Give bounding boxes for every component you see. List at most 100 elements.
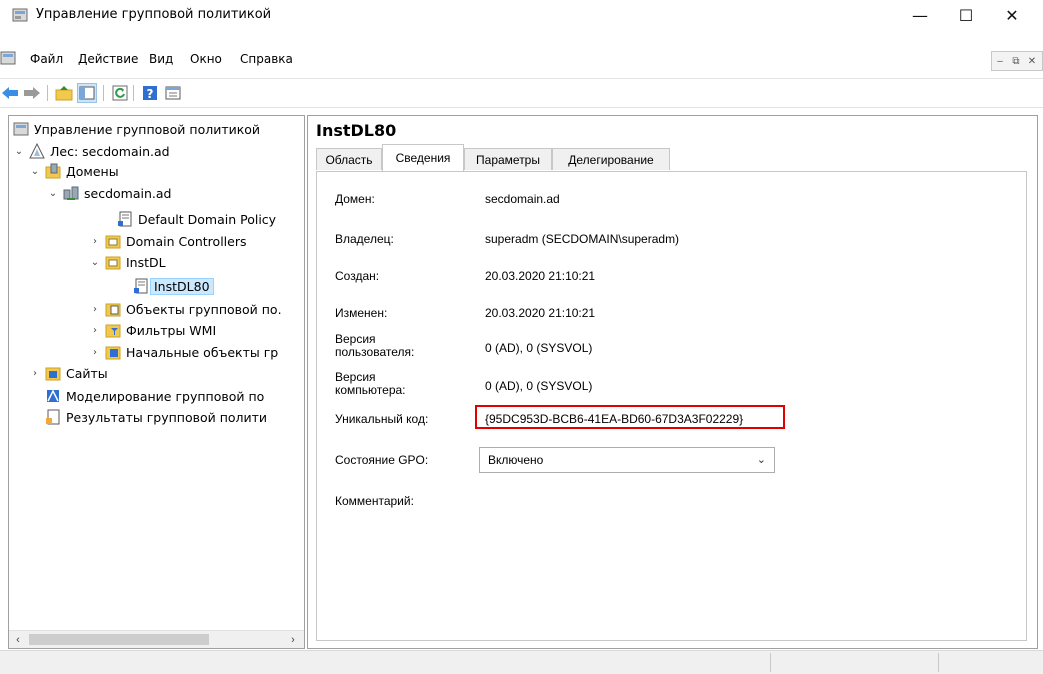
menu-action[interactable]: Действие (78, 52, 138, 66)
starter-gpo-icon (105, 344, 121, 360)
chevron-down-icon[interactable]: ⌄ (13, 146, 25, 157)
tree-horizontal-scrollbar[interactable]: ‹ › (9, 630, 304, 648)
back-arrow-icon[interactable] (0, 83, 20, 103)
tree-item-label: InstDL80 (150, 277, 214, 295)
domain-label: Домен: (335, 192, 375, 206)
tree-item-domain[interactable]: ⌄ secdomain.ad (47, 183, 172, 203)
details-tab-panel: Домен: secdomain.ad Владелец: superadm (… (316, 171, 1027, 641)
show-hide-tree-icon[interactable] (77, 83, 97, 103)
child-window-controls: – ⧉ ✕ (991, 51, 1043, 71)
tab-settings[interactable]: Параметры (464, 148, 552, 170)
tree-item-label: Домены (66, 163, 119, 179)
child-restore-icon[interactable]: ⧉ (1008, 52, 1024, 70)
refresh-icon[interactable] (110, 83, 130, 103)
tree-item-label: Сайты (66, 365, 108, 381)
tab-scope[interactable]: Область (316, 148, 382, 170)
toolbar-separator (133, 85, 134, 101)
details-pane: InstDL80 Область Сведения Параметры Деле… (307, 115, 1038, 649)
chevron-right-icon[interactable]: › (89, 236, 101, 247)
tree-item-instdl80[interactable]: InstDL80 (133, 276, 214, 296)
close-button[interactable]: ✕ (989, 0, 1035, 30)
gpo-link-icon (117, 211, 133, 227)
menu-file[interactable]: Файл (30, 52, 63, 66)
chevron-down-icon: ⌄ (756, 454, 766, 466)
tree-item-default-domain-policy[interactable]: Default Domain Policy (117, 209, 276, 229)
domain-icon (63, 185, 79, 201)
console-tree: Управление групповой политикой ⌄ Лес: se… (8, 115, 305, 649)
tree-item-label: Результаты групповой полити (66, 409, 268, 425)
tree-item-label: InstDL (126, 254, 166, 270)
tree-item-domains[interactable]: ⌄ Домены (29, 161, 119, 181)
properties-icon[interactable] (163, 83, 183, 103)
status-separator (938, 653, 939, 672)
chevron-right-icon[interactable]: › (29, 368, 41, 379)
tree-item-label: Лес: secdomain.ad (50, 143, 170, 159)
domain-value: secdomain.ad (485, 192, 560, 206)
chevron-right-icon[interactable]: › (89, 304, 101, 315)
tree-item-label: Domain Controllers (126, 233, 247, 249)
tree-item-gpo-objects[interactable]: › Объекты групповой по. (89, 299, 282, 319)
status-separator (770, 653, 771, 672)
toolbar: ? (0, 78, 1043, 108)
unique-id-label: Уникальный код: (335, 412, 429, 426)
modified-label: Изменен: (335, 306, 388, 320)
tree-item-wmi-filters[interactable]: › Фильтры WMI (89, 320, 216, 340)
tab-delegation[interactable]: Делегирование (552, 148, 670, 170)
chevron-right-icon[interactable]: › (89, 347, 101, 358)
up-folder-icon[interactable] (54, 83, 74, 103)
modified-value: 20.03.2020 21:10:21 (485, 306, 596, 320)
tree-item-label: Моделирование групповой по (66, 388, 265, 404)
created-label: Создан: (335, 269, 380, 283)
minimize-button[interactable]: — (897, 0, 943, 30)
menu-help[interactable]: Справка (240, 52, 293, 66)
scroll-right-icon[interactable]: › (286, 632, 300, 647)
gpo-status-select[interactable]: Включено ⌄ (479, 447, 775, 473)
tree-item-domain-controllers[interactable]: › Domain Controllers (89, 231, 246, 251)
ou-folder-icon (105, 233, 121, 249)
owner-label: Владелец: (335, 232, 394, 246)
computer-version-label: Версия компьютера: (335, 371, 406, 397)
maximize-button[interactable]: ☐ (943, 0, 989, 30)
tab-details[interactable]: Сведения (382, 144, 464, 171)
chevron-down-icon[interactable]: ⌄ (29, 166, 41, 177)
child-close-icon[interactable]: ✕ (1024, 52, 1040, 70)
menu-view[interactable]: Вид (149, 52, 173, 66)
tree-item-starter-gpos[interactable]: › Начальные объекты гр (89, 342, 278, 362)
gpmc-app-icon (12, 8, 28, 22)
gpo-status-value: Включено (488, 453, 544, 467)
svg-text:?: ? (147, 87, 154, 101)
mmc-menu-icon[interactable] (0, 50, 16, 66)
child-minimize-icon[interactable]: – (992, 52, 1008, 70)
tree-item-sites[interactable]: › Сайты (29, 363, 108, 383)
owner-value: superadm (SECDOMAIN\superadm) (485, 232, 680, 246)
tree-item-label: Управление групповой политикой (34, 121, 261, 137)
results-icon (45, 409, 61, 425)
modeling-icon (45, 388, 61, 404)
user-version-label-line2: пользователя: (335, 345, 415, 359)
toolbar-separator (47, 85, 48, 101)
tree-item-instdl[interactable]: ⌄ InstDL (89, 252, 166, 272)
window-title: Управление групповой политикой (36, 7, 272, 22)
tree-item-root[interactable]: Управление групповой политикой (13, 119, 260, 139)
tree-item-results[interactable]: Результаты групповой полити (45, 407, 267, 427)
ou-folder-icon (105, 254, 121, 270)
scrollbar-thumb[interactable] (29, 634, 209, 645)
gpo-status-label: Состояние GPO: (335, 453, 429, 467)
user-version-value: 0 (AD), 0 (SYSVOL) (485, 341, 593, 355)
help-icon[interactable]: ? (140, 83, 160, 103)
chevron-down-icon[interactable]: ⌄ (89, 257, 101, 268)
tree-item-label: secdomain.ad (84, 185, 172, 201)
unique-id-value: {95DC953D-BCB6-41EA-BD60-67D3A3F02229} (485, 412, 744, 426)
tree-item-forest[interactable]: ⌄ Лес: secdomain.ad (13, 141, 170, 161)
tree-item-label: Начальные объекты гр (126, 344, 279, 360)
gpo-title: InstDL80 (316, 121, 397, 140)
tree-item-modeling[interactable]: Моделирование групповой по (45, 386, 264, 406)
forward-arrow-icon[interactable] (22, 83, 42, 103)
scroll-left-icon[interactable]: ‹ (11, 632, 25, 647)
chevron-right-icon[interactable]: › (89, 325, 101, 336)
chevron-down-icon[interactable]: ⌄ (47, 188, 59, 199)
computer-version-value: 0 (AD), 0 (SYSVOL) (485, 379, 593, 393)
domains-folder-icon (45, 163, 61, 179)
menu-window[interactable]: Окно (190, 52, 222, 66)
computer-version-label-line2: компьютера: (335, 383, 406, 397)
